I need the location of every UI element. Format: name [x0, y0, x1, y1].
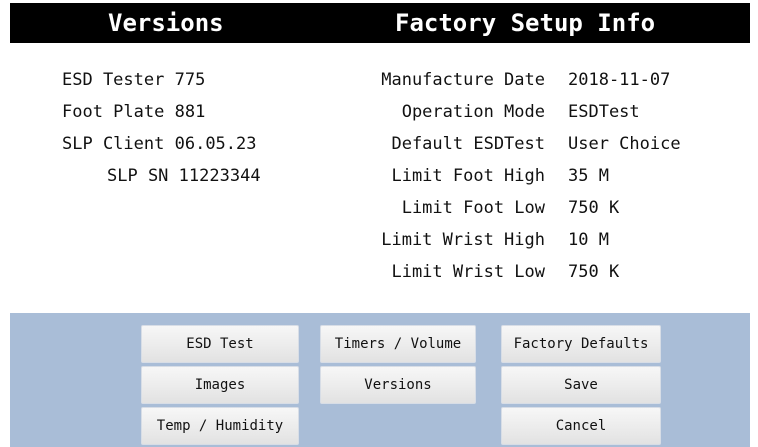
factory-value-limit-foot-low: 750 K [568, 198, 620, 218]
header-bar: Versions Factory Setup Info [10, 3, 750, 43]
factory-label-manufacture-date: Manufacture Date [381, 70, 545, 90]
versions-title: Versions [108, 9, 224, 37]
factory-label-limit-wrist-low: Limit Wrist Low [391, 262, 545, 282]
save-button[interactable]: Save [501, 366, 661, 404]
factory-label-default-esdtest: Default ESDTest [391, 134, 545, 154]
timers-volume-button[interactable]: Timers / Volume [320, 325, 476, 363]
version-label: ESD Tester [62, 70, 165, 90]
factory-label-limit-foot-high: Limit Foot High [391, 166, 545, 186]
factory-value-default-esdtest: User Choice [568, 134, 681, 154]
version-label: SLP Client [62, 134, 165, 154]
factory-setup-title: Factory Setup Info [395, 9, 656, 37]
factory-value-limit-wrist-low: 750 K [568, 262, 620, 282]
factory-value-operation-mode: ESDTest [568, 102, 640, 122]
factory-label-limit-foot-low: Limit Foot Low [401, 198, 545, 218]
version-value: 881 [174, 102, 206, 122]
images-button[interactable]: Images [141, 366, 299, 404]
esd-test-button[interactable]: ESD Test [141, 325, 299, 363]
factory-value-limit-wrist-high: 10 M [568, 230, 609, 250]
version-label: SLP SN [107, 166, 169, 186]
factory-label-limit-wrist-high: Limit Wrist High [381, 230, 545, 250]
factory-value-manufacture-date: 2018-11-07 [568, 70, 671, 90]
temp-humidity-button[interactable]: Temp / Humidity [141, 407, 299, 445]
version-row-slp-client: SLP Client 06.05.23 [62, 133, 257, 155]
versions-button[interactable]: Versions [320, 366, 476, 404]
factory-label-operation-mode: Operation Mode [401, 102, 545, 122]
screen: Versions Factory Setup Info ESD Tester 7… [0, 0, 758, 447]
version-value: 06.05.23 [174, 134, 257, 154]
version-value: 11223344 [178, 166, 261, 186]
factory-defaults-button[interactable]: Factory Defaults [501, 325, 661, 363]
version-row-foot-plate: Foot Plate 881 [62, 101, 205, 123]
version-row-slp-sn: SLP SN 11223344 [107, 165, 261, 187]
button-panel: ESD Test Images Temp / Humidity Timers /… [10, 313, 750, 447]
cancel-button[interactable]: Cancel [501, 407, 661, 445]
version-row-esd-tester: ESD Tester 775 [62, 69, 205, 91]
version-value: 775 [174, 70, 206, 90]
version-label: Foot Plate [62, 102, 165, 122]
factory-value-limit-foot-high: 35 M [568, 166, 609, 186]
